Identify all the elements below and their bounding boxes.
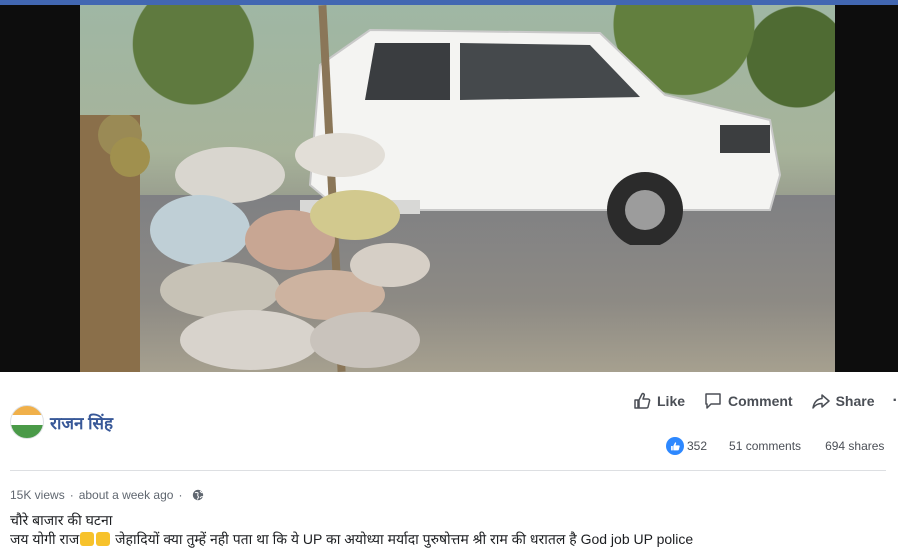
post-description: चौरे बाजार की घटना जय योगी राज जेहादियों… (10, 511, 693, 549)
avatar[interactable] (10, 405, 44, 439)
post-meta: 15K views · about a week ago · (10, 488, 204, 502)
thumbs-up-icon (670, 441, 680, 450)
share-arrow-icon (811, 394, 830, 409)
post-actions: Like Comment Share ··· (632, 389, 898, 413)
like-reaction-icon[interactable] (666, 437, 684, 455)
separator-dot: · (69, 488, 74, 502)
post-line-2-rest: जेहादियों क्या तुम्हें नही पता था कि ये … (111, 531, 694, 547)
reaction-count[interactable]: 352 (687, 439, 707, 453)
comment-count[interactable]: 51 comments (729, 439, 801, 453)
post-stats: 352 51 comments 694 shares (666, 436, 884, 456)
share-label: Share (835, 393, 875, 409)
like-button[interactable]: Like (632, 391, 685, 411)
separator-dot: · (178, 488, 183, 502)
page-name-link[interactable]: राजन सिंह (50, 411, 113, 434)
ok-hand-emoji-icon (96, 532, 111, 546)
comment-label: Comment (728, 393, 793, 409)
share-count[interactable]: 694 shares (825, 439, 884, 453)
thumbs-up-icon (634, 392, 651, 409)
like-label: Like (657, 393, 686, 409)
speech-bubble-icon (705, 393, 721, 409)
post-line-2: जय योगी राज जेहादियों क्या तुम्हें नही प… (10, 530, 693, 549)
view-count: 15K views (10, 488, 65, 502)
divider (10, 470, 886, 471)
more-options-button[interactable]: ··· (893, 392, 898, 410)
comment-button[interactable]: Comment (703, 391, 793, 411)
post-line-2-start: जय योगी राज (10, 531, 80, 547)
sandbag-barricade (80, 115, 430, 372)
video-player[interactable] (0, 5, 898, 372)
post-line-1: चौरे बाजार की घटना (10, 512, 113, 528)
timestamp[interactable]: about a week ago (79, 488, 174, 502)
share-button[interactable]: Share (811, 391, 875, 411)
page-header: राजन सिंह (10, 404, 113, 440)
video-frame (80, 5, 835, 372)
ok-hand-emoji-icon (80, 532, 95, 546)
globe-icon[interactable] (192, 489, 204, 501)
